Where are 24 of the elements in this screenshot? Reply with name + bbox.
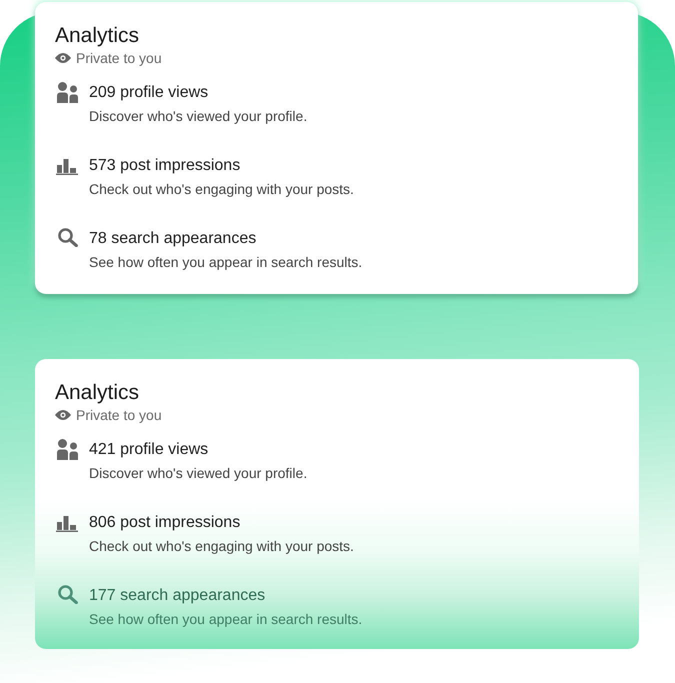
stat-title[interactable]: 78 search appearances — [89, 228, 256, 250]
stat-description: Check out who's engaging with your posts. — [89, 180, 354, 198]
eye-icon — [55, 410, 71, 420]
stat-description: See how often you appear in search results. — [89, 253, 362, 271]
privacy-label: Private to you — [76, 49, 162, 67]
stat-title[interactable]: 421 profile views — [89, 439, 208, 461]
people-icon — [57, 439, 78, 460]
search-icon — [58, 585, 78, 604]
card-title: Analytics — [55, 380, 140, 406]
stat-description: Discover who's viewed your profile. — [89, 107, 308, 125]
stat-description: Discover who's viewed your profile. — [89, 464, 308, 482]
eye-icon — [55, 53, 71, 63]
stat-title[interactable]: 177 search appearances — [89, 585, 266, 607]
stat-description: See how often you appear in search results. — [89, 610, 362, 628]
stat-title[interactable]: 209 profile views — [89, 82, 208, 104]
people-icon — [57, 82, 78, 103]
stat-title[interactable]: 806 post impressions — [89, 512, 240, 534]
card-title: Analytics — [55, 23, 140, 49]
bar-chart-icon — [56, 158, 78, 175]
bar-chart-icon — [56, 515, 78, 532]
search-icon — [58, 228, 78, 247]
stat-description: Check out who's engaging with your posts. — [89, 537, 354, 555]
privacy-label: Private to you — [76, 406, 162, 424]
stat-title[interactable]: 573 post impressions — [89, 155, 240, 177]
